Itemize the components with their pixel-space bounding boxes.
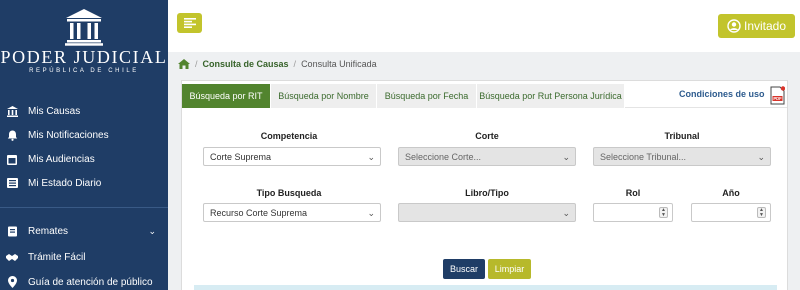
- user-label: Invitado: [743, 19, 787, 33]
- chevron-down-icon: ⌄: [367, 208, 375, 218]
- courthouse-logo-icon: [65, 9, 103, 46]
- tipo-busqueda-label: Tipo Busqueda: [256, 188, 322, 198]
- tribunal-value: Seleccione Tribunal...: [600, 151, 687, 162]
- sidebar-item-label: Mis Audiencias: [28, 153, 95, 165]
- number-spinner-icon[interactable]: ▲ ▼: [659, 207, 668, 218]
- handshake-icon: [6, 251, 18, 263]
- chevron-down-icon: ⌄: [562, 208, 570, 218]
- tipo-busqueda-value: Recurso Corte Suprema: [210, 207, 308, 218]
- libro-tipo-label: Libro/Tipo: [465, 188, 509, 198]
- brand-logo[interactable]: PODER JUDICIAL REPÚBLICA DE CHILE: [0, 8, 168, 75]
- sidebar-item-remates[interactable]: Remates ⌄: [0, 220, 168, 242]
- breadcrumb-section-link[interactable]: Consulta de Causas: [203, 59, 289, 69]
- corte-value: Seleccione Corte...: [405, 151, 482, 162]
- anio-label: Año: [722, 188, 740, 198]
- results-info-strip: [194, 285, 777, 290]
- search-tabs: Búsqueda por RIT Búsqueda por Nombre Bús…: [182, 81, 787, 108]
- conditions-link[interactable]: Condiciones de uso: [679, 89, 765, 99]
- sidebar-item-mis-causas[interactable]: Mis Causas: [0, 100, 168, 122]
- sidebar-item-label: Trámite Fácil: [28, 251, 86, 263]
- sidebar-divider: [0, 207, 168, 208]
- competencia-select[interactable]: Corte Suprema ⌄: [203, 147, 381, 166]
- tribunal-label: Tribunal: [664, 131, 700, 141]
- sidebar-item-label: Mis Causas: [28, 105, 81, 117]
- number-spinner-icon[interactable]: ▲ ▼: [757, 207, 766, 218]
- chevron-down-icon: ⌄: [148, 226, 156, 236]
- tipo-busqueda-select[interactable]: Recurso Corte Suprema ⌄: [203, 203, 381, 222]
- sidebar-item-label: Remates: [28, 225, 69, 237]
- newspaper-icon: [6, 177, 18, 189]
- chevron-down-icon: ⌄: [757, 152, 765, 162]
- sidebar-item-label: Guía de atención de público: [28, 276, 153, 288]
- menu-toggle-button[interactable]: [177, 13, 202, 33]
- brand-subtitle: REPÚBLICA DE CHILE: [29, 68, 139, 74]
- competencia-value: Corte Suprema: [210, 151, 272, 162]
- competencia-label: Competencia: [260, 131, 318, 141]
- sidebar-item-label: Mi Estado Diario: [28, 177, 102, 189]
- sidebar: PODER JUDICIAL REPÚBLICA DE CHILE Mis Ca…: [0, 0, 168, 290]
- home-icon[interactable]: [178, 59, 190, 69]
- user-button[interactable]: Invitado: [718, 14, 795, 38]
- tab-busqueda-nombre[interactable]: Búsqueda por Nombre: [271, 84, 377, 108]
- map-pin-icon: [6, 276, 18, 288]
- bell-icon: [6, 129, 18, 141]
- top-bar: Invitado: [168, 0, 800, 52]
- tribunal-select[interactable]: Seleccione Tribunal... ⌄: [593, 147, 771, 166]
- rol-input[interactable]: ▲ ▼: [593, 203, 673, 222]
- search-button[interactable]: Buscar: [443, 259, 485, 279]
- search-panel: Búsqueda por RIT Búsqueda por Nombre Bús…: [181, 80, 788, 290]
- anio-input[interactable]: ▲ ▼: [691, 203, 771, 222]
- clear-button[interactable]: Limpiar: [488, 259, 531, 279]
- calendar-icon: [6, 153, 18, 165]
- corte-select[interactable]: Seleccione Corte... ⌄: [398, 147, 576, 166]
- libro-tipo-select[interactable]: ⌄: [398, 203, 576, 222]
- tab-busqueda-rit[interactable]: Búsqueda por RIT: [182, 84, 271, 108]
- chevron-down-icon: ⌄: [367, 152, 375, 162]
- sidebar-item-mis-audiencias[interactable]: Mis Audiencias: [0, 148, 168, 170]
- sidebar-item-mis-notificaciones[interactable]: Mis Notificaciones: [0, 124, 168, 146]
- breadcrumb-separator: /: [195, 59, 198, 69]
- chevron-down-icon: ⌄: [562, 152, 570, 162]
- rol-label: Rol: [625, 188, 641, 198]
- sidebar-item-mi-estado-diario[interactable]: Mi Estado Diario: [0, 172, 168, 194]
- user-circle-icon: [727, 19, 741, 33]
- tab-busqueda-fecha[interactable]: Búsqueda por Fecha: [377, 84, 477, 108]
- svg-text:PDF: PDF: [773, 96, 782, 101]
- pdf-icon[interactable]: PDF: [770, 86, 785, 105]
- breadcrumb-separator: /: [293, 59, 297, 69]
- sidebar-item-guia-atencion[interactable]: Guía de atención de público: [0, 271, 168, 290]
- sidebar-item-tramite-facil[interactable]: Trámite Fácil: [0, 246, 168, 268]
- tab-busqueda-rut[interactable]: Búsqueda por Rut Persona Jurídica: [477, 84, 625, 108]
- bank-icon: [6, 105, 18, 117]
- breadcrumb-current: Consulta Unificada: [301, 59, 377, 69]
- gavel-icon: [6, 225, 18, 237]
- align-left-icon: [183, 18, 196, 28]
- brand-title: PODER JUDICIAL: [0, 47, 168, 67]
- corte-label: Corte: [475, 131, 499, 141]
- sidebar-item-label: Mis Notificaciones: [28, 129, 109, 141]
- breadcrumb: / Consulta de Causas / Consulta Unificad…: [178, 56, 377, 72]
